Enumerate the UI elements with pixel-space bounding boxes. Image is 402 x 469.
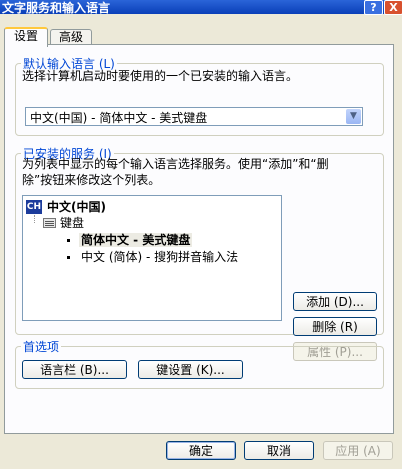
installed-services-group: 已安装的服务 (I) 为列表中显示的每个输入语言选择服务。使用“添加”和“删 除… [15,145,384,361]
cancel-button[interactable]: 取消 [244,441,314,460]
tree-service-row-selected[interactable]: 简体中文 - 美式键盘 [67,232,193,248]
key-settings-button[interactable]: 键设置 (K)... [138,360,243,379]
apply-button[interactable]: 应用 (A) [323,441,393,460]
help-button[interactable]: ? [364,0,383,15]
installed-services-description-2: 除”按钮来修改这个列表。 [22,173,161,187]
tree-category-row[interactable]: 键盘 [43,215,84,231]
add-button[interactable]: 添加 (D)... [293,292,377,311]
tree-language-label: 中文(中国) [47,200,106,214]
remove-button[interactable]: 删除 (R) [293,317,377,336]
language-badge-icon: CH [26,200,42,214]
settings-panel: 默认输入语言 (L) 选择计算机启动时要使用的一个已安装的输入语言。 中文(中国… [4,44,394,434]
close-button[interactable]: X [384,0,402,15]
installed-services-description-1: 为列表中显示的每个输入语言选择服务。使用“添加”和“删 [22,157,329,171]
preferences-legend: 首选项 [21,338,62,355]
services-tree[interactable]: CH 中文(中国) 键盘 简体中文 - 美式键盘 中文 (简体) - 搜狗拼音输… [22,195,282,321]
bullet-icon [67,256,70,259]
default-language-description: 选择计算机启动时要使用的一个已安装的输入语言。 [22,69,299,83]
tree-language-row[interactable]: CH 中文(中国) [26,199,106,215]
chevron-down-icon[interactable]: ▼ [346,109,361,124]
title-bar: 文字服务和输入语言 ? X [0,0,402,15]
tree-service-row[interactable]: 中文 (简体) - 搜狗拼音输入法 [67,249,238,265]
tree-service-label: 中文 (简体) - 搜狗拼音输入法 [81,250,239,264]
tree-service-label: 简体中文 - 美式键盘 [79,233,193,247]
preferences-group: 首选项 语言栏 (B)... 键设置 (K)... [15,338,384,389]
bullet-icon [67,239,70,242]
tab-settings[interactable]: 设置 [4,27,48,47]
default-language-value: 中文(中国) - 简体中文 - 美式键盘 [30,111,208,125]
keyboard-icon [43,218,56,228]
default-language-group: 默认输入语言 (L) 选择计算机启动时要使用的一个已安装的输入语言。 中文(中国… [15,55,384,136]
tab-advanced[interactable]: 高级 [50,29,92,45]
language-bar-button[interactable]: 语言栏 (B)... [22,360,127,379]
default-language-select[interactable]: 中文(中国) - 简体中文 - 美式键盘 ▼ [25,107,363,126]
window-title: 文字服务和输入语言 [2,1,111,15]
tree-connector [34,215,35,223]
ok-button[interactable]: 确定 [166,441,236,460]
tree-category-label: 键盘 [60,216,85,230]
